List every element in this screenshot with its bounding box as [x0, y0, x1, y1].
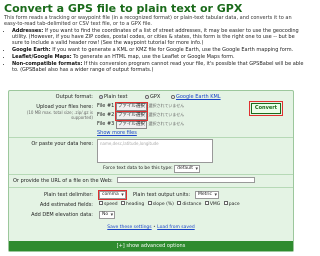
dem-select[interactable]: No [99, 211, 116, 219]
format-option-kml[interactable]: Google Earth KML [171, 94, 221, 100]
save-settings-link[interactable]: Save these settings [107, 225, 151, 230]
units-label: Plain text output units: [133, 192, 191, 198]
file-label: File #1 [97, 103, 115, 109]
upload-note: (10 MB max. total size; .zip/.gz is supp… [26, 110, 93, 120]
intro-text: This form reads a tracking or waypoint f… [4, 15, 292, 27]
load-settings-link[interactable]: Load from saved [157, 225, 195, 230]
force-text-row: Force text data to be this type: default [103, 165, 200, 173]
paste-data-textarea[interactable]: name,desc,latitude,longitude [97, 139, 213, 163]
file-label: File #2 [97, 112, 115, 118]
divider [9, 174, 293, 175]
bullet-text: To generate an HTML map, use the Leaflet… [73, 54, 235, 60]
checkbox-icon [147, 201, 152, 205]
conversion-form: Output format: Plain text GPX Google Ear… [8, 90, 294, 252]
file-status: 選択されていません [148, 103, 185, 108]
checkbox-heading[interactable]: heading [121, 201, 144, 207]
checkbox-icon [99, 201, 103, 205]
list-item: Google Earth: If you want to generate a … [12, 47, 304, 53]
output-format-label: Output format: [55, 94, 93, 100]
force-text-label: Force text data to be this type: [103, 166, 173, 171]
delimiter-select[interactable]: comma [98, 190, 127, 200]
choose-file-button[interactable]: ファイル選択 [114, 102, 148, 112]
units-select[interactable]: Metric [195, 191, 219, 199]
dem-label: Add DEM elevation data: [31, 212, 93, 218]
checkbox-icon [204, 201, 209, 205]
paste-label: Or paste your data here: [31, 141, 93, 147]
divider [9, 187, 293, 188]
file-status: 選択されていません [148, 121, 185, 126]
checkbox-distance[interactable]: distance [177, 201, 201, 207]
delimiter-label: Plain text delimiter: [43, 192, 93, 198]
list-item: Leaflet/Google Maps: To generate an HTML… [12, 54, 304, 60]
bullet-head: Google Earth: [12, 47, 51, 53]
show-more-files-link[interactable]: Show more files [97, 130, 137, 136]
format-option-gpx[interactable]: GPX [145, 94, 160, 100]
choose-file-button[interactable]: ファイル選択 [115, 121, 147, 129]
estimated-fields-group: speed heading slope (%) distance VMG pac… [99, 201, 240, 207]
settings-links: Save these settings • Load from saved [9, 225, 293, 230]
page-title: Convert a GPS file to plain text or GPX [4, 2, 243, 15]
checkbox-icon [177, 201, 182, 205]
estimated-fields-label: Add estimated fields: [39, 202, 93, 208]
list-item: Addresses: If you want to find the coord… [12, 28, 304, 46]
format-option-plain-text[interactable]: Plain text [99, 94, 127, 100]
checkbox-slope[interactable]: slope (%) [147, 201, 174, 207]
checkbox-pace[interactable]: pace [223, 201, 240, 207]
file-row: File #2 ファイル選択 選択されていません [97, 111, 185, 121]
info-list: Addresses: If you want to find the coord… [4, 28, 304, 74]
bullet-text: If you want to generate a KML or KMZ fil… [52, 47, 294, 53]
file-row: File #1 ファイル選択 選択されていません [97, 102, 185, 112]
force-text-select[interactable]: default [174, 165, 200, 173]
file-label: File #3 [97, 121, 115, 127]
url-input[interactable] [117, 177, 255, 183]
checkbox-vmg[interactable]: VMG [204, 201, 220, 207]
checkbox-icon [121, 201, 126, 205]
convert-button[interactable]: Convert [249, 101, 283, 116]
bullet-text: If you want to find the coordinates of a… [12, 28, 299, 46]
list-item: Non-compatible formats: If this conversi… [12, 61, 304, 73]
checkbox-speed[interactable]: speed [99, 201, 118, 207]
divider [9, 137, 293, 138]
file-status: 選択されていません [148, 112, 185, 117]
checkbox-icon [223, 201, 228, 205]
file-row: File #3 ファイル選択 選択されていません [97, 121, 184, 129]
link-separator: • [153, 225, 156, 230]
advanced-options-toggle[interactable]: [+] show advanced options [9, 241, 293, 251]
url-label: Or provide the URL of a file on the Web: [13, 178, 113, 184]
choose-file-button[interactable]: ファイル選択 [114, 111, 148, 121]
bullet-head: Leaflet/Google Maps: [12, 54, 72, 60]
radio-icon [171, 94, 175, 99]
radio-icon [99, 94, 103, 99]
radio-icon [145, 94, 149, 99]
